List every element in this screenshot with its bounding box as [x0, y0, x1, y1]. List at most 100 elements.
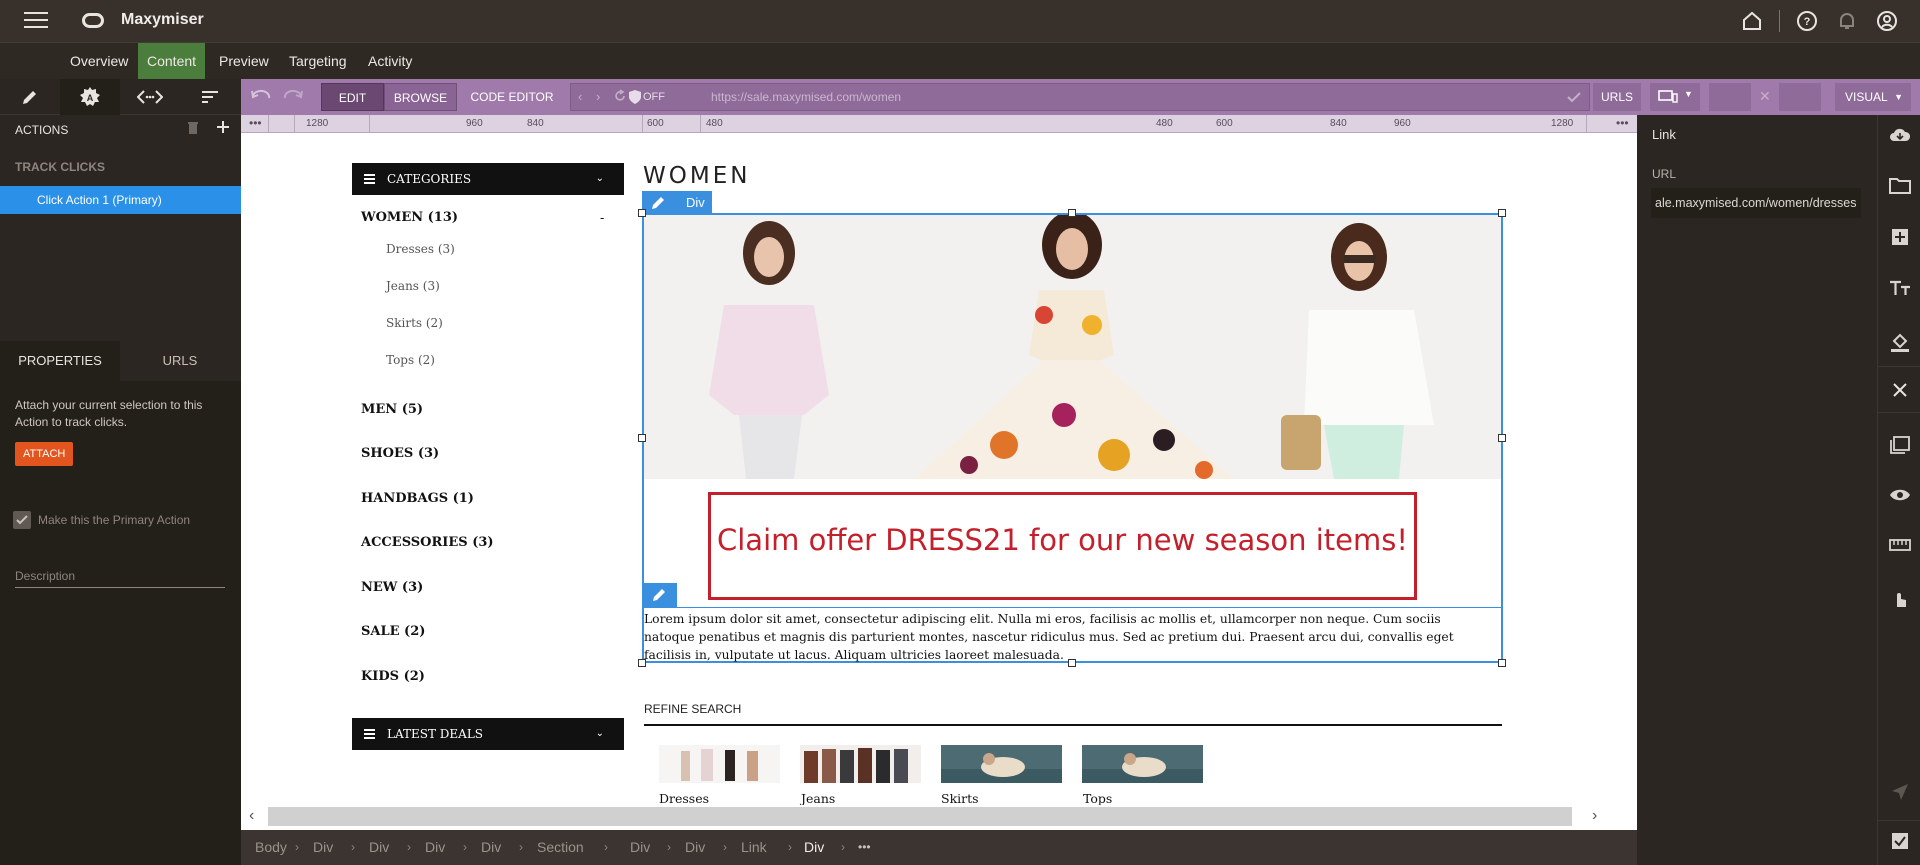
menu-icon[interactable]: [24, 12, 48, 30]
refresh-icon[interactable]: [613, 89, 627, 108]
thumb-label[interactable]: Tops: [1083, 791, 1112, 805]
forward-icon[interactable]: ›: [596, 89, 600, 104]
thumb-label[interactable]: Dresses: [659, 791, 709, 805]
touch-icon[interactable]: [1878, 578, 1920, 618]
code-icon[interactable]: [120, 79, 180, 115]
breadcrumb-item[interactable]: Div: [369, 830, 389, 865]
description-field[interactable]: Description: [15, 569, 225, 588]
bell-icon[interactable]: [1834, 8, 1860, 34]
thumb-jeans-image[interactable]: [800, 745, 921, 783]
thumb-tops-image[interactable]: [1082, 745, 1203, 783]
lorem-paragraph[interactable]: Lorem ipsum dolor sit amet, consectetur …: [644, 610, 1494, 664]
add-box-icon[interactable]: [1878, 217, 1920, 257]
category-item[interactable]: HANDBAGS (1): [361, 491, 474, 506]
thumb-label[interactable]: Skirts: [941, 791, 979, 805]
folder-icon[interactable]: [1878, 165, 1920, 205]
shield-icon[interactable]: [628, 89, 642, 110]
resize-handle[interactable]: [1498, 209, 1506, 217]
thumb-dresses-image[interactable]: [659, 745, 780, 783]
home-icon[interactable]: [1739, 8, 1765, 34]
subcategory-item[interactable]: Skirts (2): [386, 316, 443, 330]
category-item[interactable]: SALE (2): [361, 624, 425, 639]
categories-header[interactable]: CATEGORIES ⌄: [352, 163, 624, 195]
tab-preview[interactable]: Preview: [210, 43, 278, 80]
div-tag[interactable]: Div: [642, 191, 712, 214]
category-item[interactable]: SHOES (3): [361, 446, 439, 461]
attach-button[interactable]: ATTACH: [15, 442, 74, 466]
back-icon[interactable]: ‹: [578, 89, 582, 104]
browse-mode-button[interactable]: BROWSE: [384, 83, 457, 111]
user-icon[interactable]: [1874, 8, 1900, 34]
breadcrumb-item[interactable]: Div: [685, 830, 705, 865]
send-icon[interactable]: [1878, 772, 1920, 812]
actions-icon[interactable]: A: [60, 79, 120, 115]
breadcrumb-item[interactable]: Div: [630, 830, 650, 865]
redo-icon[interactable]: [283, 88, 303, 109]
urls-button[interactable]: URLS: [1593, 83, 1641, 111]
page-canvas[interactable]: CATEGORIES ⌄ WOMEN (13) - Dresses (3) Je…: [241, 133, 1637, 805]
cloud-download-icon[interactable]: [1878, 115, 1920, 155]
eye-icon[interactable]: [1878, 475, 1920, 515]
text-size-icon[interactable]: [1878, 268, 1920, 308]
breadcrumb-item[interactable]: Body: [255, 830, 287, 865]
link-url-input[interactable]: ale.maxymised.com/women/dresses: [1651, 188, 1861, 218]
horizontal-scrollbar[interactable]: ‹ ›: [241, 805, 1637, 830]
edit-mode-button[interactable]: EDIT: [321, 83, 384, 111]
offer-banner[interactable]: Claim offer DRESS21 for our new season i…: [708, 492, 1417, 600]
category-item[interactable]: NEW (3): [361, 580, 423, 595]
edit-text-tag[interactable]: [642, 583, 677, 607]
category-item[interactable]: ACCESSORIES (3): [361, 535, 494, 550]
breadcrumb-item[interactable]: Section: [537, 830, 584, 865]
tab-overview[interactable]: Overview: [61, 43, 137, 80]
resize-handle[interactable]: [638, 434, 646, 442]
chevron-right-icon[interactable]: ›: [1592, 807, 1597, 825]
thumb-skirts-image[interactable]: [941, 745, 1062, 783]
ruler-dots-icon[interactable]: •••: [249, 116, 262, 130]
code-editor-button[interactable]: CODE EDITOR: [467, 83, 557, 111]
images-icon[interactable]: [1878, 425, 1920, 465]
visual-mode-dropdown[interactable]: VISUAL ▼: [1835, 83, 1911, 111]
breadcrumb-item[interactable]: Div: [313, 830, 333, 865]
primary-action-checkbox[interactable]: Make this the Primary Action: [13, 511, 190, 529]
check-icon[interactable]: [1567, 90, 1581, 108]
ruler-dots-icon[interactable]: •••: [1616, 116, 1629, 130]
height-field[interactable]: [1779, 83, 1821, 111]
breadcrumb-item[interactable]: Div: [425, 830, 445, 865]
category-item[interactable]: MEN (5): [361, 402, 423, 417]
sort-icon[interactable]: [180, 79, 240, 115]
click-action-item[interactable]: Click Action 1 (Primary): [0, 186, 241, 214]
tab-urls[interactable]: URLS: [120, 341, 240, 381]
close-panel-icon[interactable]: [1878, 366, 1920, 413]
category-women[interactable]: WOMEN (13): [361, 210, 458, 225]
breadcrumb-item[interactable]: Link: [741, 830, 767, 865]
pencil-icon[interactable]: [0, 79, 60, 115]
breadcrumb-current[interactable]: Div: [804, 830, 824, 865]
resize-handle[interactable]: [1498, 434, 1506, 442]
undo-icon[interactable]: [251, 88, 271, 109]
tab-content[interactable]: Content: [138, 43, 206, 80]
paint-bucket-icon[interactable]: [1878, 322, 1920, 362]
latest-deals-header[interactable]: LATEST DEALS ⌄: [352, 718, 624, 750]
horizontal-scroll-thumb[interactable]: [268, 807, 1572, 826]
category-item[interactable]: KIDS (2): [361, 669, 425, 684]
device-selector[interactable]: ▼: [1650, 83, 1700, 111]
resize-handle[interactable]: [638, 209, 646, 217]
ruler-icon[interactable]: [1878, 525, 1920, 565]
width-field[interactable]: [1709, 83, 1751, 111]
tab-properties[interactable]: PROPERTIES: [0, 341, 120, 381]
subcategory-item[interactable]: Dresses (3): [386, 242, 455, 256]
thumb-label[interactable]: Jeans: [801, 791, 835, 805]
collapse-icon[interactable]: -: [600, 210, 604, 225]
add-icon[interactable]: [217, 121, 229, 138]
subcategory-item[interactable]: Jeans (3): [386, 279, 440, 293]
close-icon[interactable]: ✕: [1759, 88, 1771, 105]
url-input[interactable]: https://sale.maxymised.com/women: [711, 90, 901, 104]
resize-handle[interactable]: [1068, 209, 1076, 217]
trash-icon[interactable]: [187, 121, 199, 138]
checkbox-icon[interactable]: [1878, 820, 1920, 860]
help-icon[interactable]: ?: [1794, 8, 1820, 34]
chevron-left-icon[interactable]: ‹: [249, 807, 254, 825]
breadcrumb-item[interactable]: Div: [481, 830, 501, 865]
tab-activity[interactable]: Activity: [359, 43, 421, 80]
subcategory-item[interactable]: Tops (2): [386, 353, 435, 367]
